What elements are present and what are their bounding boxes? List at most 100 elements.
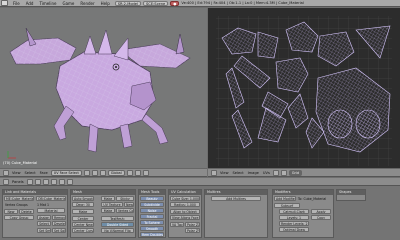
material-name[interactable]: Material (37, 208, 65, 213)
levels-field[interactable]: Levels: 1 (279, 215, 309, 220)
center-cursor-button[interactable]: Center Cursor (72, 228, 94, 233)
lock-icon[interactable] (142, 169, 149, 176)
script-context-icon[interactable] (34, 178, 41, 185)
make-button[interactable]: Make (72, 209, 94, 214)
menu-add[interactable]: Add (26, 1, 34, 6)
screen-selector[interactable]: SR:2-Model (114, 0, 142, 6)
menu-view[interactable]: View (12, 171, 21, 175)
beauty-toggle[interactable]: Beauty (140, 196, 164, 201)
center-new-button[interactable]: Center New (72, 222, 94, 227)
assign-button[interactable]: Assign (37, 215, 51, 220)
auto-smooth-toggle[interactable]: Auto Smooth (72, 196, 94, 201)
menu-select[interactable]: Select (25, 171, 36, 175)
catmull-clark-selector[interactable]: Catmull-Clark (279, 209, 309, 214)
3d-viewport[interactable]: (70) Cube_Material (0, 8, 207, 168)
center-button[interactable]: Center (72, 216, 94, 221)
render-levels-field[interactable]: Render Levels: 2 (279, 221, 309, 226)
object-name-field[interactable]: OB:Cube_Material (36, 196, 66, 201)
to-sphere-button[interactable]: To Sphere (140, 220, 164, 225)
fractal-button[interactable]: Fractal (140, 214, 164, 219)
window-type-icon[interactable] (1, 0, 8, 6)
va-top-toggle[interactable]: VA Top (170, 222, 184, 227)
noise-button[interactable]: Noise (140, 208, 164, 213)
vertex-color-label[interactable]: Vertex Color (116, 208, 134, 213)
pivot-icon[interactable] (91, 169, 98, 176)
menu-select[interactable]: Select (233, 171, 244, 175)
cube-size-field[interactable]: Cube Size: 1.000 (170, 196, 200, 201)
mode-selector[interactable]: UV Face Select (50, 169, 82, 176)
set-solid-button[interactable]: Set Solid (52, 228, 66, 233)
menu-face[interactable]: Face (40, 171, 48, 175)
logic-context-icon[interactable] (26, 178, 33, 185)
scene-selector[interactable]: SCE:Scene (143, 0, 169, 6)
shading-context-icon[interactable] (42, 178, 49, 185)
vertex-groups-label: Vertex Groups (5, 203, 28, 207)
image-browse-icon[interactable] (272, 169, 279, 176)
panel-uv-calculation: UV Calculation Cube Size: 1.000 Radius: … (168, 189, 202, 238)
draw-type-icon[interactable] (83, 169, 90, 176)
editor-type-icon[interactable] (211, 169, 217, 176)
subsurf-modifier[interactable]: Subsurf (274, 203, 300, 208)
copy-group-button[interactable]: Copy Group (4, 215, 34, 220)
uv-texture-label[interactable]: UV Texture (101, 202, 123, 207)
subdivide-button[interactable]: Subdivide (140, 202, 164, 207)
align-to-object-toggle[interactable]: Align to Object (170, 209, 200, 214)
scene-context-icon[interactable] (66, 178, 73, 185)
editor-type-icon[interactable] (3, 178, 9, 185)
manipulator-icon[interactable] (99, 169, 106, 176)
mesh-name-field[interactable]: ME:Cube_Material (4, 196, 34, 201)
optimal-draw-toggle[interactable]: Optimal Draw (279, 227, 309, 232)
uv-editor-header: View Select Image UVs Grid (208, 168, 400, 177)
layer-icon[interactable] (126, 169, 133, 176)
transform-orientation[interactable]: Global (107, 169, 125, 176)
buttons-window-header: Panels (0, 178, 400, 186)
object-context-icon[interactable] (50, 178, 57, 185)
panel-title[interactable]: Shapes (337, 190, 365, 195)
sticky-label[interactable]: Sticky (116, 196, 134, 201)
object-label: (70) Cube_Material (3, 161, 38, 165)
editor-type-icon[interactable] (3, 169, 9, 176)
menu-game[interactable]: Game (62, 1, 74, 6)
menu-panels[interactable]: Panels (12, 180, 24, 184)
add-multires-button[interactable]: Add Multires (211, 196, 261, 201)
deselect-button[interactable]: Deselect (52, 221, 66, 226)
menu-file[interactable]: File (13, 1, 20, 6)
radius-field[interactable]: Radius: 1.000 (170, 202, 200, 207)
rem-doubles-button[interactable]: Rem Doubles (140, 232, 164, 237)
panel-multires: Multires Add Multires (204, 189, 268, 238)
creature-mesh (7, 27, 191, 159)
polar-zy-toggle[interactable]: Polar ZY (185, 228, 200, 233)
panel-link-materials: Link and Materials ME:Cube_Material OB:C… (2, 189, 68, 238)
menu-uvs[interactable]: UVs (263, 171, 270, 175)
grid-toggle[interactable]: Grid (288, 169, 302, 176)
add-modifier-button[interactable]: Add Modifier (274, 196, 296, 201)
make-vertex-color-button[interactable]: Make (101, 208, 115, 213)
uv-editor[interactable] (208, 8, 400, 168)
editing-context-icon[interactable] (58, 178, 65, 185)
apply-button[interactable]: Apply (311, 209, 331, 214)
make-sticky-button[interactable]: Make (101, 196, 115, 201)
texmesh-field[interactable]: TexMesh: (101, 216, 134, 221)
delete-group-button[interactable]: Delete (19, 209, 34, 214)
layer-icon[interactable] (134, 169, 141, 176)
remove-button[interactable]: Remove (52, 215, 66, 220)
material-count: 1 Mat 1 (37, 203, 50, 207)
uv-texture-new-button[interactable]: New (124, 202, 134, 207)
pin-icon[interactable] (280, 169, 287, 176)
select-button[interactable]: Select (37, 221, 51, 226)
degree-field[interactable]: Degr: 30 (72, 202, 94, 207)
view-aligns-face-toggle[interactable]: View Aligns Face (170, 215, 200, 220)
new-group-button[interactable]: New (4, 209, 18, 214)
panel-shapes-tab: Shapes (336, 189, 366, 201)
menu-render[interactable]: Render (80, 1, 94, 6)
set-smooth-button[interactable]: Set Smooth (37, 228, 51, 233)
menu-help[interactable]: Help (101, 1, 110, 6)
menu-timeline[interactable]: Timeline (39, 1, 56, 6)
smooth-button[interactable]: Smooth (140, 226, 164, 231)
double-sided-toggle[interactable]: Double Sided (101, 222, 134, 227)
polar-zx-toggle[interactable]: Polar ZX (185, 222, 200, 227)
no-vnormal-flip-toggle[interactable]: No V.Normal Flip (101, 228, 134, 233)
menu-view[interactable]: View (220, 171, 229, 175)
menu-image[interactable]: Image (248, 171, 259, 175)
copy-button[interactable]: Copy (311, 215, 331, 220)
